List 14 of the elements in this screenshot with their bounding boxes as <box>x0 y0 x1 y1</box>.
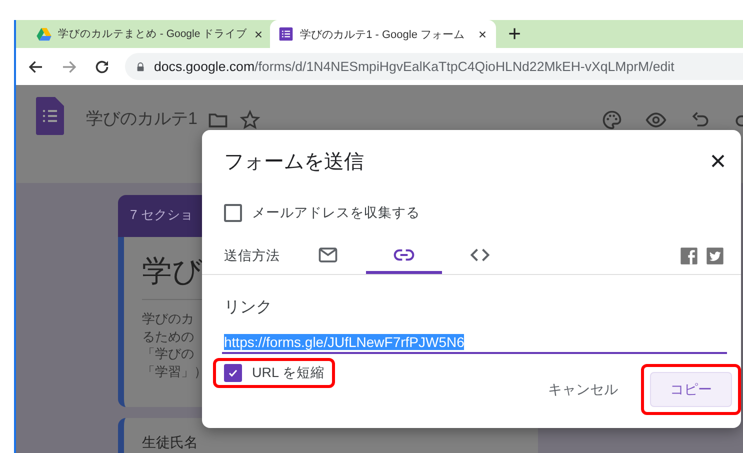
address-bar[interactable]: docs.google.com/forms/d/1N4NESmpiHgvEalKaTtpC4QioHLNd22MkEH-vXqLMprM/edit <box>125 53 743 80</box>
description-line: 「学びの <box>142 345 194 362</box>
description-line: 「学習」） <box>142 362 207 380</box>
checkbox-label: メールアドレスを収集する <box>252 204 420 222</box>
browser-tab[interactable]: 学びのカルテ1 - Google フォーム <box>270 20 496 48</box>
text-button[interactable]: キャンセル <box>542 372 624 406</box>
description-line: 学びのカ <box>142 310 194 328</box>
link-label: リンク <box>224 298 273 318</box>
new-tab-button[interactable]: + <box>508 20 521 48</box>
browser-tab[interactable]: 学びのカルテまとめ - Google ドライブ <box>30 20 270 48</box>
dialog-title: フォームを送信 <box>224 150 364 174</box>
description-line: るための <box>142 328 194 345</box>
checkbox-label: URL を短縮 <box>252 364 324 382</box>
copy-button[interactable]: コピー <box>650 372 732 407</box>
